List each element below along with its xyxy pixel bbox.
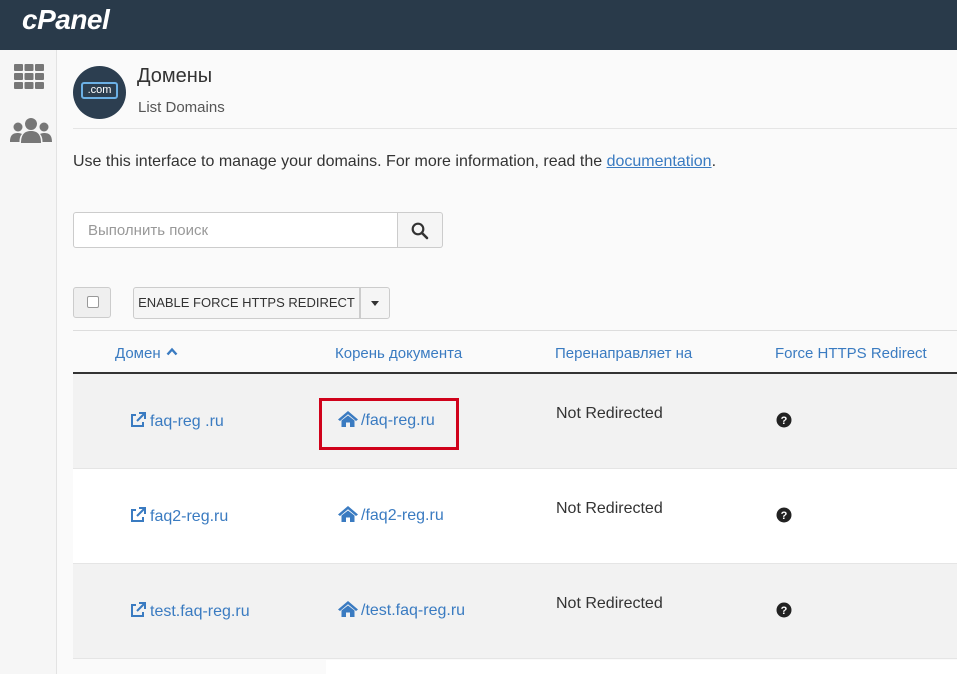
question-circle-icon[interactable]: ? — [776, 602, 792, 623]
redirect-status: Not Redirected — [556, 595, 663, 612]
table-top-border — [73, 330, 957, 331]
docroot-link[interactable]: /test.faq-reg.ru — [337, 600, 465, 620]
redirect-status: Not Redirected — [556, 405, 663, 422]
highlight-annotation-box — [319, 398, 459, 450]
bottom-white-area — [326, 660, 957, 674]
page-title: Домены — [137, 65, 213, 87]
docroot-path: /test.faq-reg.ru — [361, 602, 466, 619]
domain-name: faq2-reg.ru — [150, 508, 229, 525]
domain-name: test.faq-reg.ru — [150, 603, 250, 620]
home-icon — [338, 506, 358, 522]
select-all-checkbox[interactable] — [87, 296, 99, 308]
sidebar — [0, 50, 57, 674]
column-header-docroot[interactable]: Корень документа — [335, 345, 462, 362]
documentation-link[interactable]: documentation — [607, 153, 712, 170]
domains-badge-icon: .com — [73, 66, 126, 119]
column-header-domain[interactable]: Домен — [115, 345, 178, 362]
intro-text-suffix: . — [711, 153, 717, 170]
domain-name: faq-reg .ru — [150, 413, 224, 430]
com-icon-label: .com — [81, 82, 118, 99]
domain-link[interactable]: test.faq-reg.ru — [130, 602, 250, 621]
select-all-toggle[interactable] — [73, 287, 111, 318]
page-subtitle: List Domains — [138, 99, 225, 116]
svg-text:?: ? — [781, 415, 788, 427]
cpanel-logo[interactable]: cPanel — [22, 4, 110, 36]
docroot-path: /faq2-reg.ru — [361, 507, 444, 524]
redirect-status: Not Redirected — [556, 500, 663, 517]
docroot-link[interactable]: /faq2-reg.ru — [337, 505, 444, 525]
domain-link[interactable]: faq-reg .ru — [130, 412, 224, 431]
enable-force-https-button[interactable]: ENABLE FORCE HTTPS REDIRECT — [133, 287, 360, 319]
table-row: test.faq-reg.ru /test.faq-reg.ru Not Red… — [73, 564, 957, 659]
home-icon — [338, 601, 358, 617]
table-row: faq-reg .ru /faq-reg.ru Not Redirected ? — [73, 374, 957, 469]
external-link-icon — [131, 602, 146, 617]
external-link-icon — [131, 507, 146, 522]
question-circle-icon[interactable]: ? — [776, 412, 792, 433]
top-navbar: cPanel — [0, 0, 957, 50]
column-header-redirect[interactable]: Перенаправляет на — [555, 345, 692, 362]
intro-text-body: Use this interface to manage your domain… — [73, 153, 607, 170]
sort-ascending-icon — [166, 347, 178, 356]
domain-link[interactable]: faq2-reg.ru — [130, 507, 228, 526]
main-content: .com Домены List Domains Use this interf… — [57, 50, 957, 674]
column-header-force-https[interactable]: Force HTTPS Redirect — [775, 345, 927, 362]
question-circle-icon[interactable]: ? — [776, 507, 792, 528]
header-divider — [73, 128, 957, 129]
bulk-actions-dropdown[interactable] — [360, 287, 390, 319]
grid-icon[interactable] — [12, 62, 46, 97]
search-button[interactable] — [398, 212, 443, 248]
users-icon[interactable] — [10, 115, 52, 152]
intro-text: Use this interface to manage your domain… — [73, 153, 716, 171]
svg-text:?: ? — [781, 605, 788, 617]
column-header-domain-label: Домен — [115, 345, 161, 362]
svg-text:?: ? — [781, 510, 788, 522]
search-icon — [411, 222, 429, 240]
table-row: faq2-reg.ru /faq2-reg.ru Not Redirected … — [73, 469, 957, 564]
external-link-icon — [131, 412, 146, 427]
search-input[interactable] — [73, 212, 398, 248]
